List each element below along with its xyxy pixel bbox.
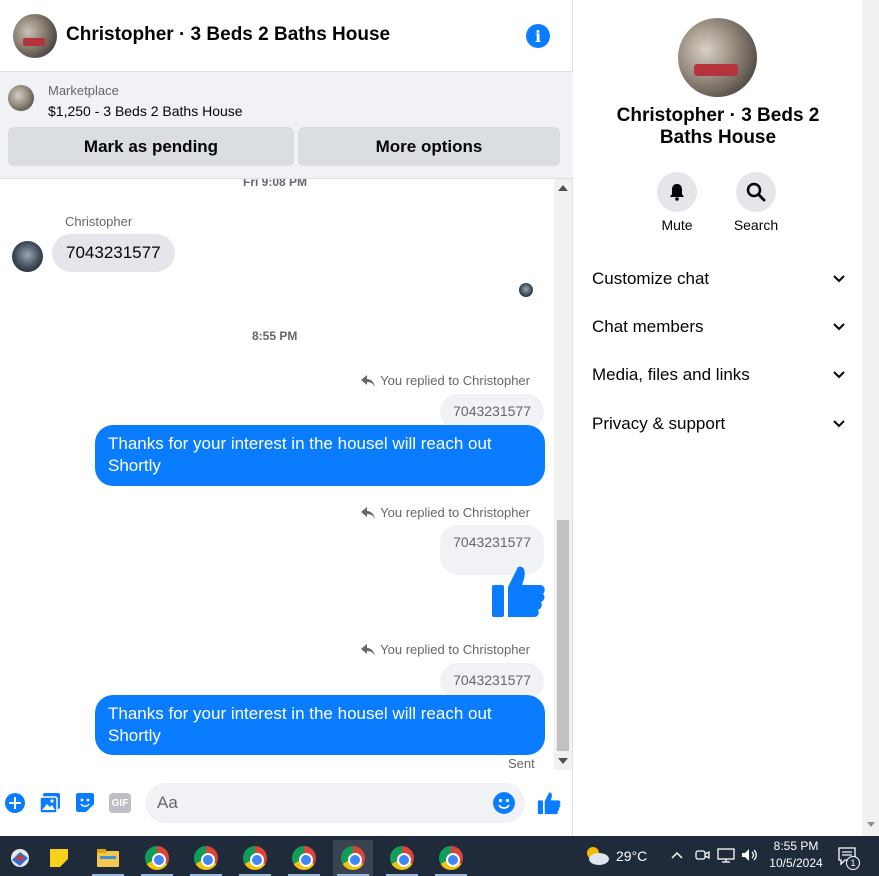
chevron-down-icon	[833, 371, 845, 379]
weather-temperature[interactable]: 29°C	[616, 848, 647, 864]
section-label: Privacy & support	[592, 414, 726, 433]
scroll-thumb[interactable]	[557, 520, 569, 751]
timestamp: Fri 9:08 PM	[243, 179, 308, 189]
clock-time[interactable]: 8:55 PM	[770, 839, 822, 853]
section-chat-members[interactable]: Chat members	[592, 315, 846, 339]
mute-button[interactable]	[657, 172, 697, 212]
notification-count-badge: 1	[846, 856, 860, 870]
plus-icon[interactable]	[4, 792, 26, 814]
chrome-icon	[292, 846, 316, 870]
section-label: Customize chat	[592, 269, 710, 288]
chrome-profile-2[interactable]	[186, 840, 226, 876]
window-scrollbar[interactable]	[862, 0, 879, 836]
start-button[interactable]	[0, 840, 40, 876]
search-icon	[746, 182, 766, 202]
reply-context-text: You replied to Christopher	[380, 642, 530, 657]
network-icon[interactable]	[717, 847, 735, 863]
weather-icon[interactable]	[584, 844, 610, 868]
reply-context: You replied to Christopher	[361, 505, 530, 520]
chat-title[interactable]: Christopher · 3 Beds 2 Baths House	[66, 24, 390, 46]
chrome-profile-3[interactable]	[235, 840, 275, 876]
outgoing-message[interactable]: Thanks for your interest in the housel w…	[95, 695, 545, 755]
chevron-down-icon	[833, 323, 845, 331]
info-icon[interactable]: i	[526, 24, 550, 48]
emoji-icon[interactable]	[493, 792, 515, 814]
chrome-profile-1[interactable]	[137, 840, 177, 876]
chrome-icon	[390, 846, 414, 870]
timestamp: 8:55 PM	[252, 329, 298, 343]
reply-icon	[361, 374, 376, 387]
thumbs-up-icon[interactable]	[537, 791, 561, 815]
chrome-profile-5[interactable]	[333, 840, 373, 876]
chrome-profile-7[interactable]	[431, 840, 471, 876]
more-options-button[interactable]: More options	[298, 127, 560, 166]
conversation-avatar[interactable]	[13, 14, 57, 58]
clock-date[interactable]: 10/5/2024	[766, 856, 826, 870]
chrome-icon	[194, 846, 218, 870]
reply-icon	[361, 506, 376, 519]
sticky-notes-icon	[50, 849, 68, 867]
thumbs-up-icon[interactable]	[490, 563, 546, 619]
avatar[interactable]	[12, 241, 43, 272]
bell-icon	[670, 184, 684, 201]
folder-icon	[97, 849, 119, 867]
meet-now-icon[interactable]	[694, 847, 710, 863]
conversation-info-panel: Christopher · 3 Beds 2 Baths House Mute …	[574, 0, 862, 836]
gif-icon[interactable]: GIF	[109, 793, 131, 813]
chat-pane: Christopher · 3 Beds 2 Baths House i Mar…	[0, 0, 573, 836]
message-input[interactable]	[157, 783, 487, 823]
outgoing-message[interactable]: Thanks for your interest in the housel w…	[95, 425, 545, 486]
section-label: Media, files and links	[592, 365, 750, 384]
message-input-box[interactable]	[145, 783, 525, 823]
windows-taskbar: 29°C 8:55 PM 10/5/2024 1	[0, 836, 879, 876]
reply-context: You replied to Christopher	[361, 642, 530, 657]
conversation-name: Christopher · 3 Beds 2 Baths House	[616, 105, 820, 148]
message-list: Fri 9:08 PM Christopher 7043231577 8:55 …	[0, 179, 554, 770]
scroll-up-arrow[interactable]	[558, 185, 568, 191]
chrome-icon	[145, 846, 169, 870]
chat-header: Christopher · 3 Beds 2 Baths House i	[0, 0, 573, 72]
chevron-up-icon[interactable]	[671, 850, 683, 860]
message-composer: GIF	[0, 772, 573, 834]
messenger-window: Christopher · 3 Beds 2 Baths House i Mar…	[0, 0, 879, 836]
message-status: Sent	[508, 756, 535, 770]
chrome-profile-6[interactable]	[382, 840, 422, 876]
mark-as-pending-button[interactable]: Mark as pending	[8, 127, 294, 166]
chrome-profile-4[interactable]	[284, 840, 324, 876]
chevron-down-icon	[833, 275, 845, 283]
search-label: Search	[733, 217, 779, 233]
reply-context: You replied to Christopher	[361, 373, 530, 388]
photo-icon[interactable]	[39, 792, 61, 814]
quoted-message[interactable]: 7043231577	[440, 663, 544, 699]
listing-title[interactable]: $1,250 - 3 Beds 2 Baths House	[48, 103, 243, 119]
search-button[interactable]	[736, 172, 776, 212]
mute-label: Mute	[661, 217, 693, 233]
scroll-down-arrow[interactable]	[558, 758, 568, 764]
reply-context-text: You replied to Christopher	[380, 505, 530, 520]
chevron-down-icon	[833, 420, 845, 428]
sender-name: Christopher	[65, 214, 133, 229]
listing-thumbnail[interactable]	[8, 85, 34, 111]
app-launcher-icon	[11, 849, 29, 867]
message-scrollbar[interactable]	[554, 179, 572, 770]
chrome-icon	[243, 846, 267, 870]
file-explorer-app[interactable]	[88, 840, 128, 876]
seen-indicator-avatar	[519, 283, 533, 297]
reply-context-text: You replied to Christopher	[380, 373, 530, 388]
chrome-icon	[439, 846, 463, 870]
conversation-avatar[interactable]	[678, 18, 757, 97]
section-customize-chat[interactable]: Customize chat	[592, 267, 846, 291]
section-label: Chat members	[592, 317, 704, 336]
section-privacy-support[interactable]: Privacy & support	[592, 412, 846, 436]
scroll-down-arrow[interactable]	[867, 822, 875, 827]
incoming-message[interactable]: 7043231577	[52, 234, 175, 272]
reply-icon	[361, 643, 376, 656]
volume-icon[interactable]	[741, 847, 759, 863]
chrome-icon	[341, 846, 365, 870]
section-media-files-links[interactable]: Media, files and links	[592, 363, 846, 387]
marketplace-label: Marketplace	[48, 83, 119, 98]
sticky-notes-app[interactable]	[39, 840, 79, 876]
sticker-icon[interactable]	[74, 792, 96, 814]
